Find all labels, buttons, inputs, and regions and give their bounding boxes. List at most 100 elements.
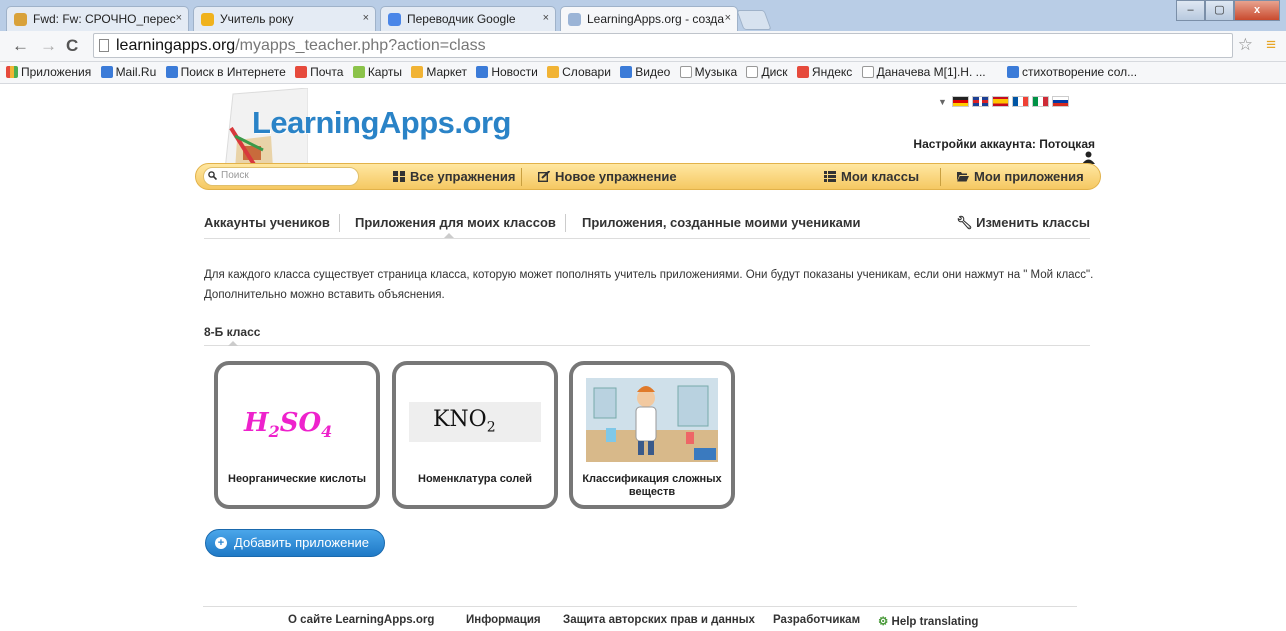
page-icon	[746, 66, 759, 78]
dropdown-icon[interactable]: ▼	[938, 97, 947, 107]
address-bar[interactable]: learningapps.org/myapps_teacher.php?acti…	[93, 33, 1233, 58]
translate-icon	[388, 13, 401, 26]
forward-arrow-icon[interactable]: →	[40, 36, 57, 56]
bookmark-label: Видео	[635, 65, 671, 79]
tab-title: Переводчик Google	[407, 12, 516, 26]
menu-icon[interactable]: ≡	[1266, 35, 1276, 55]
reload-icon[interactable]: C	[66, 36, 78, 56]
bookmark-item[interactable]: Карты	[352, 65, 402, 79]
app-card[interactable]: H2SO4 Неорганические кислоты	[214, 361, 380, 509]
plus-circle-icon: +	[215, 537, 227, 549]
list-icon	[824, 171, 836, 182]
subnav-divider	[565, 214, 566, 232]
browser-tab[interactable]: Учитель року ×	[193, 6, 376, 31]
new-tab-button[interactable]	[736, 10, 772, 30]
edit-classes-link[interactable]: 🔧︎ Изменить классы	[956, 215, 1090, 231]
browser-tab[interactable]: Переводчик Google ×	[380, 6, 556, 31]
bookmark-label: стихотворение сол...	[1021, 65, 1138, 79]
flag-es-icon[interactable]	[991, 96, 1009, 107]
search-icon	[165, 66, 178, 78]
close-icon[interactable]: ×	[725, 12, 731, 24]
bookmark-star-icon[interactable]: ☆	[1238, 35, 1253, 55]
app-card[interactable]: KNO2 Номенклатура солей	[392, 361, 558, 509]
bookmark-item[interactable]: Поиск в Интернете	[165, 65, 286, 79]
bookmark-item[interactable]: Приложения	[6, 65, 91, 79]
bookmark-label: Словари	[562, 65, 611, 79]
bookmark-label: Mail.Ru	[115, 65, 157, 79]
account-settings-link[interactable]: Настройки аккаунта: Потоцкая	[900, 137, 1095, 165]
tab-class-apps[interactable]: Приложения для моих классов	[355, 215, 556, 230]
footer-developers-link[interactable]: Разработчикам	[773, 614, 860, 626]
footer-info-link[interactable]: Информация	[466, 614, 541, 626]
edit-classes-label: Изменить классы	[976, 215, 1090, 230]
nav-my-apps[interactable]: Мои приложения	[957, 169, 1084, 184]
bookmark-item[interactable]: Видео	[620, 65, 670, 79]
tab-student-apps[interactable]: Приложения, созданные моими учениками	[582, 215, 860, 230]
flag-fr-icon[interactable]	[1011, 96, 1029, 107]
bookmark-label: Поиск в Интернете	[180, 65, 286, 79]
tab-title: LearningApps.org - созда	[587, 12, 724, 26]
site-logo[interactable]: LearningApps.org	[252, 105, 511, 141]
close-icon[interactable]: ×	[176, 12, 182, 24]
page-icon	[679, 66, 692, 78]
footer-help-translating-link[interactable]: ⚙︎ Help translating	[878, 614, 978, 628]
bookmark-label: Почта	[310, 65, 344, 79]
add-app-button[interactable]: + Добавить приложение	[205, 529, 385, 557]
flag-it-icon[interactable]	[1031, 96, 1049, 107]
tab-title: Fwd: Fw: СРОЧНО_перес	[33, 12, 176, 26]
bookmark-item[interactable]: Яндекс	[796, 65, 853, 79]
nav-my-classes[interactable]: Мои классы	[824, 169, 919, 184]
folder-icon	[201, 13, 214, 26]
bookmark-item[interactable]: стихотворение сол...	[1006, 65, 1138, 79]
bookmark-label: Новости	[491, 65, 538, 79]
bookmark-item[interactable]: Маркет	[411, 65, 467, 79]
bookmark-item[interactable]: Диск	[746, 65, 788, 79]
class-name[interactable]: 8-Б класс	[204, 325, 260, 339]
bookmark-label: Яндекс	[811, 65, 853, 79]
close-icon[interactable]: ×	[543, 12, 549, 24]
grid-icon	[393, 171, 405, 182]
tab-student-accounts[interactable]: Аккаунты учеников	[204, 215, 330, 230]
maximize-button[interactable]: ▢	[1205, 0, 1234, 21]
search-placeholder: Поиск	[221, 170, 249, 181]
class-caret	[228, 341, 238, 346]
language-flags: ▼	[938, 96, 1069, 107]
back-arrow-icon[interactable]: ←	[12, 36, 29, 56]
scientist-illustration	[586, 378, 718, 462]
bookmark-item[interactable]: Словари	[547, 65, 611, 79]
translate-icon: ⚙︎	[878, 616, 889, 628]
nav-label: Все упражнения	[410, 169, 516, 184]
close-window-button[interactable]: x	[1234, 0, 1280, 21]
footer-copyright-link[interactable]: Защита авторских прав и данных	[563, 614, 755, 626]
page-icon	[99, 39, 109, 52]
folder-open-icon	[957, 172, 969, 182]
nav-divider	[521, 168, 522, 186]
bookmark-label: Приложения	[21, 65, 92, 79]
app-title: Неорганические кислоты	[228, 473, 366, 485]
bookmark-item[interactable]: Mail.Ru	[100, 65, 157, 79]
app-thumbnail: H2SO4	[244, 408, 333, 442]
minimize-button[interactable]: –	[1176, 0, 1205, 21]
footer-about-link[interactable]: О сайте LearningApps.org	[288, 614, 434, 626]
bookmark-item[interactable]: Даначева М[1].Н. ...	[861, 65, 986, 79]
nav-all-exercises[interactable]: Все упражнения	[393, 169, 515, 184]
bookmark-item[interactable]: Почта	[295, 65, 343, 79]
flag-de-icon[interactable]	[951, 96, 969, 107]
yandex-icon	[295, 66, 308, 78]
main-nav: Поиск Все упражнения Новое упражнение Мо…	[195, 163, 1101, 190]
nav-new-exercise[interactable]: Новое упражнение	[538, 169, 677, 184]
flag-ru-icon[interactable]	[1051, 96, 1069, 107]
flag-uk-icon[interactable]	[971, 96, 989, 107]
edit-icon	[538, 171, 550, 182]
close-icon[interactable]: ×	[363, 12, 369, 24]
bookmark-label: Даначева М[1].Н. ...	[876, 65, 986, 79]
bookmark-item[interactable]: Музыка	[679, 65, 737, 79]
browser-tab[interactable]: Fwd: Fw: СРОЧНО_перес ×	[6, 6, 189, 31]
bookmark-item[interactable]: Новости	[476, 65, 538, 79]
browser-tab-active[interactable]: LearningApps.org - созда ×	[560, 6, 738, 32]
search-input[interactable]: Поиск	[203, 167, 359, 186]
tab-title: Учитель року	[220, 12, 294, 26]
app-card[interactable]: Классификация сложных веществ	[569, 361, 735, 509]
account-label: Настройки аккаунта: Потоцкая	[913, 137, 1095, 151]
bookmark-label: Маркет	[426, 65, 467, 79]
